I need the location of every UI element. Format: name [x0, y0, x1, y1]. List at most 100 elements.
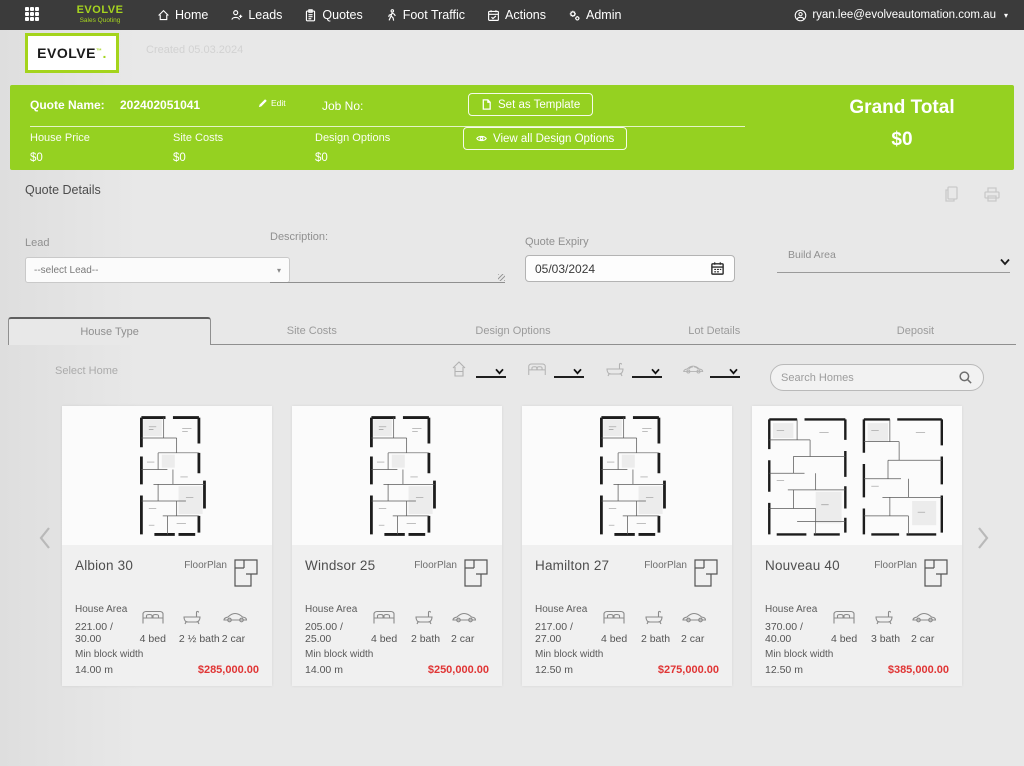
- build-area-select[interactable]: [777, 244, 1010, 273]
- quote-expiry-input[interactable]: [535, 262, 685, 276]
- bath-spec: 3 bath: [871, 609, 909, 645]
- house-card[interactable]: Windsor 25 FloorPlan House Area 205.00 /…: [292, 406, 502, 686]
- tab-label: Deposit: [897, 325, 934, 337]
- tab[interactable]: Site Costs: [211, 317, 412, 344]
- tab[interactable]: Deposit: [815, 317, 1016, 344]
- brand-logo[interactable]: EVOLVE Sales Quoting: [67, 5, 133, 25]
- user-avatar-icon: [794, 9, 807, 22]
- floorplan-link[interactable]: FloorPlan: [184, 558, 259, 588]
- baths-filter-select[interactable]: [632, 368, 662, 378]
- nav-admin[interactable]: Admin: [568, 8, 621, 22]
- tab[interactable]: Lot Details: [614, 317, 815, 344]
- quotes-clipboard-icon: [304, 9, 317, 22]
- nav-home[interactable]: Home: [157, 8, 208, 22]
- carousel-prev-button[interactable]: [38, 526, 52, 555]
- min-block-value: 14.00 m: [305, 664, 373, 676]
- nav-quotes-label: Quotes: [322, 8, 362, 22]
- floorplan-icon: [693, 558, 719, 588]
- car-icon: [222, 609, 248, 625]
- car-value: 2 car: [451, 633, 489, 645]
- house-area-value: 221.00 / 30.00: [75, 621, 138, 645]
- min-block-label: Min block width: [765, 649, 833, 660]
- print-icon[interactable]: [982, 184, 1002, 204]
- brand-name: EVOLVE: [67, 5, 133, 16]
- house-price: $385,000.00: [888, 664, 949, 676]
- nav-leads[interactable]: Leads: [230, 8, 282, 22]
- floorplan-link[interactable]: FloorPlan: [414, 558, 489, 588]
- tab-label: Lot Details: [688, 325, 740, 337]
- floorplan-image: [292, 406, 502, 545]
- user-account-menu[interactable]: ryan.lee@evolveautomation.com.au ▾: [794, 9, 1008, 22]
- bed-spec: 4 bed: [601, 609, 639, 645]
- car-spec: 2 car: [451, 609, 489, 645]
- min-block-label: Min block width: [535, 649, 603, 660]
- floorplan-link[interactable]: FloorPlan: [874, 558, 949, 588]
- tab-label: House Type: [80, 326, 139, 338]
- chevron-left-icon: [38, 526, 52, 550]
- admin-gears-icon: [568, 9, 581, 22]
- cars-filter[interactable]: [682, 360, 740, 378]
- created-date-text: Created 05.03.2024: [146, 44, 243, 56]
- floorplan-link[interactable]: FloorPlan: [644, 558, 719, 588]
- storeys-filter-select[interactable]: [476, 368, 506, 378]
- search-icon[interactable]: [958, 370, 973, 385]
- tab[interactable]: Design Options: [412, 317, 613, 344]
- lead-label: Lead: [25, 237, 49, 249]
- site-costs-label: Site Costs: [173, 132, 223, 144]
- copy-icon[interactable]: [942, 184, 962, 204]
- bath-value: 2 ½ bath: [179, 633, 220, 645]
- storeys-filter[interactable]: [448, 360, 506, 378]
- resize-grip-icon[interactable]: [498, 274, 505, 281]
- nav-actions[interactable]: Actions: [487, 8, 546, 22]
- house-name: Hamilton 27: [535, 558, 609, 573]
- bath-spec: 2 bath: [411, 609, 449, 645]
- banner-divider: [30, 126, 745, 127]
- view-all-design-options-button[interactable]: View all Design Options: [463, 127, 627, 150]
- storeys-house-icon: [448, 360, 470, 378]
- house-card[interactable]: Hamilton 27 FloorPlan House Area 217.00 …: [522, 406, 732, 686]
- beds-filter[interactable]: [526, 360, 584, 378]
- chevron-down-icon: [1000, 258, 1010, 266]
- carousel-next-button[interactable]: [976, 526, 990, 555]
- grand-total-value: $0: [790, 129, 1014, 151]
- chevron-down-icon: [573, 368, 582, 375]
- nav-quotes[interactable]: Quotes: [304, 8, 362, 22]
- main-nav: Home Leads Quotes Foot Traffic Actions A…: [157, 8, 621, 22]
- home-filters: [448, 360, 740, 378]
- cars-filter-select[interactable]: [710, 368, 740, 378]
- search-homes-field: [770, 364, 984, 391]
- car-icon: [911, 609, 937, 625]
- house-card[interactable]: Albion 30 FloorPlan House Area 221.00 / …: [62, 406, 272, 686]
- house-card[interactable]: Nouveau 40 FloorPlan House Area 370.00 /…: [752, 406, 962, 686]
- house-name: Albion 30: [75, 558, 133, 573]
- floorplan-label: FloorPlan: [184, 560, 227, 571]
- app-grid-icon[interactable]: [25, 7, 41, 23]
- house-price: $275,000.00: [658, 664, 719, 676]
- logo-dot: .: [102, 45, 106, 61]
- brand-subtitle: Sales Quoting: [67, 18, 133, 25]
- nav-foot-traffic[interactable]: Foot Traffic: [385, 8, 465, 22]
- view-all-design-options-label: View all Design Options: [493, 133, 614, 145]
- beds-filter-select[interactable]: [554, 368, 584, 378]
- search-homes-input[interactable]: [781, 372, 949, 384]
- tab-label: Site Costs: [287, 325, 337, 337]
- floorplan-label: FloorPlan: [874, 560, 917, 571]
- quote-summary-banner: Quote Name: 202402051041 Edit Job No: Se…: [10, 85, 1014, 170]
- logo-text: EVOLVE: [37, 45, 96, 61]
- bath-icon: [604, 360, 626, 378]
- lead-select[interactable]: --select Lead-- ▾: [25, 257, 290, 283]
- house-area-value: 217.00 / 27.00: [535, 621, 599, 645]
- user-email: ryan.lee@evolveautomation.com.au: [812, 9, 996, 21]
- bed-icon: [831, 609, 857, 625]
- baths-filter[interactable]: [604, 360, 662, 378]
- bed-icon: [601, 609, 627, 625]
- design-options-value: $0: [315, 152, 328, 164]
- calendar-icon[interactable]: [710, 261, 725, 276]
- min-block-label: Min block width: [75, 649, 143, 660]
- edit-quote-name-button[interactable]: Edit: [258, 98, 286, 108]
- description-textarea[interactable]: [270, 250, 505, 283]
- set-as-template-button[interactable]: Set as Template: [468, 93, 593, 116]
- quote-expiry-label: Quote Expiry: [525, 236, 589, 248]
- tab[interactable]: House Type: [8, 317, 211, 345]
- car-value: 2 car: [681, 633, 719, 645]
